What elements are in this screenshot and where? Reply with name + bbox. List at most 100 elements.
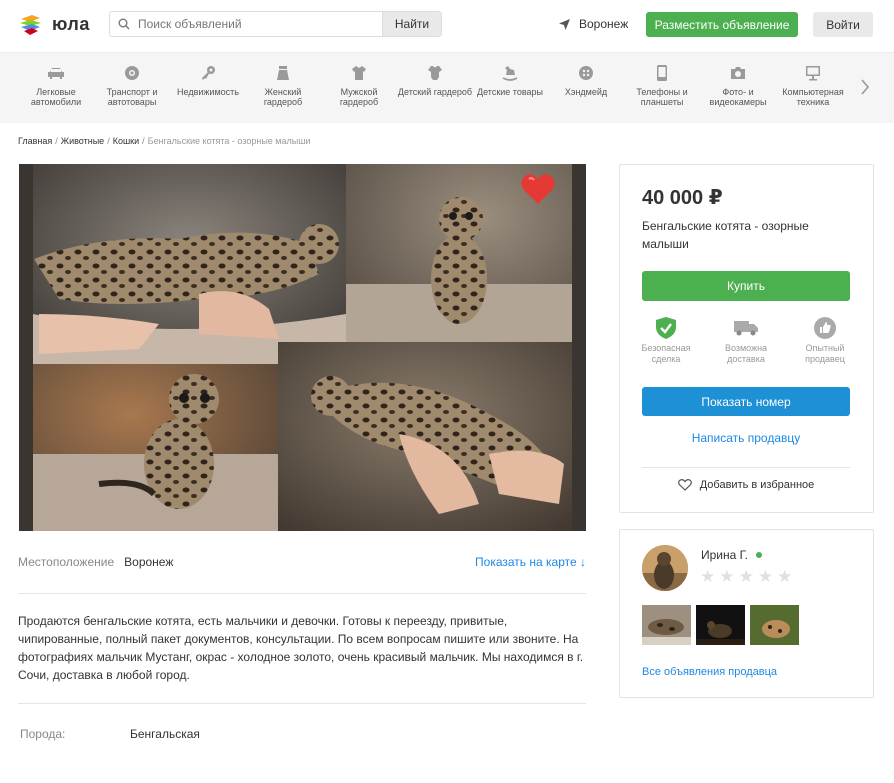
category-transport[interactable]: Транспорт и автотовары [94,65,170,107]
monitor-icon [806,66,820,81]
seller-ad-thumbnail[interactable] [696,605,745,645]
category-women[interactable]: Женский гардероб [245,65,321,107]
seller-name: Ирина Г. [701,548,749,562]
key-icon [202,66,215,80]
category-cameras[interactable]: Фото- и видеокамеры [700,65,776,107]
breadcrumb-animals[interactable]: Животные [61,136,104,146]
header: юла Найти Воронеж Разместить объявление … [0,0,894,52]
category-label: Фото- и видеокамеры [709,87,767,107]
location-label: Местоположение [18,555,115,569]
add-favorite-button[interactable]: Добавить в избранное [642,479,850,491]
location-arrow-icon [559,18,570,30]
category-kids-goods[interactable]: Детские товары [472,65,548,97]
location-row: Местоположение Воронеж Показать на карте … [18,555,586,569]
category-label: Детские товары [477,87,543,97]
car-icon [48,68,64,79]
category-kids-clothes[interactable]: Детский гардероб [397,65,473,97]
category-label: Транспорт и автотовары [106,87,158,107]
login-button[interactable]: Войти [813,12,873,37]
category-label: Телефоны и планшеты [636,87,688,107]
seller-ads-thumbnails [642,605,804,645]
truck-icon [734,321,758,336]
divider [18,593,586,594]
seller-card: Ирина Г. ★ ★ ★ ★ ★ Все объявления продав… [619,529,874,698]
breadcrumb-current: Бенгальские котята - озорные малыши [147,136,311,146]
feature-safe-deal: Безопасная сделка [631,315,701,365]
chevron-right-icon[interactable] [860,79,870,95]
add-favorite-label: Добавить в избранное [699,479,815,491]
category-label: Мужской гардероб [339,87,379,107]
category-label: Женский гардероб [263,87,303,107]
divider [642,467,850,468]
category-label: Хэндмейд [564,87,608,97]
skirt-icon [277,66,289,80]
seller-ad-thumbnail[interactable] [642,605,691,645]
button-icon [579,66,593,80]
bodysuit-icon [428,66,442,80]
category-label: Детский гардероб [397,87,473,97]
thumbs-up-icon [814,317,836,339]
feature-label: Безопасная сделка [641,343,691,364]
seller-rating: ★ ★ ★ ★ ★ [700,568,796,585]
shield-check-icon [656,317,676,339]
write-seller-link[interactable]: Написать продавцу [642,431,850,445]
show-phone-button[interactable]: Показать номер [642,387,850,416]
divider [18,703,586,704]
star-icon: ★ [738,567,754,586]
feature-delivery: Возможна доставка [711,315,781,365]
online-indicator [756,552,763,558]
breadcrumb-cats[interactable]: Кошки [113,136,139,146]
logo-text: юла [52,13,90,34]
breed-label: Порода: [20,727,66,741]
star-icon: ★ [700,567,716,586]
heart-outline-icon [677,479,692,491]
buy-button[interactable]: Купить [642,271,850,301]
search-button[interactable]: Найти [382,11,442,37]
star-icon: ★ [777,567,793,586]
wheel-icon [125,66,139,80]
avatar[interactable] [642,545,688,591]
show-on-map-link[interactable]: Показать на карте ↓ [475,555,586,569]
shirt-icon [352,66,366,80]
breed-value: Бенгальская [130,727,200,741]
category-label: Недвижимость [177,87,239,97]
kittens-collage [33,164,572,531]
search-field[interactable] [109,11,382,37]
category-phones[interactable]: Телефоны и планшеты [624,65,700,107]
camera-icon [731,67,745,79]
category-label: Компьютерная техника [782,87,844,107]
all-seller-ads-link[interactable]: Все объявления продавца [642,666,777,678]
star-icon: ★ [719,567,735,586]
feature-label: Опытный продавец [805,343,845,364]
price-card: 40 000 ₽ Бенгальские котята - озорные ма… [619,164,874,513]
category-computers[interactable]: Компьютерная техника [775,65,851,107]
phone-icon [657,65,667,81]
breed-row: Порода: Бенгальская [20,727,200,741]
city-selector[interactable]: Воронеж [558,17,628,31]
seller-ad-thumbnail[interactable] [750,605,799,645]
breadcrumb-home[interactable]: Главная [18,136,52,146]
listing-description: Продаются бенгальские котята, есть мальч… [18,614,584,682]
category-bar: Легковые автомобили Транспорт и автотова… [0,52,894,123]
search-bar: Найти [109,11,442,37]
price: 40 000 ₽ [642,187,723,209]
category-men[interactable]: Мужской гардероб [321,65,397,107]
post-ad-button[interactable]: Разместить объявление [646,12,798,37]
listing-photo[interactable] [19,164,586,531]
youla-logo-icon [20,15,41,35]
feature-label: Возможна доставка [724,343,768,364]
star-icon: ★ [757,567,773,586]
rocking-horse-icon [502,66,518,81]
search-icon [118,18,130,30]
location-value: Воронеж [124,555,174,569]
category-label: Легковые автомобили [30,87,82,107]
search-input[interactable] [138,17,368,31]
category-cars[interactable]: Легковые автомобили [18,65,94,107]
category-realty[interactable]: Недвижимость [170,65,246,97]
logo[interactable]: юла [18,11,90,37]
seller-name-row[interactable]: Ирина Г. [701,548,763,562]
favorite-heart-icon[interactable] [520,172,556,206]
breadcrumb: Главная / Животные / Кошки / Бенгальские котят… [18,136,311,146]
feature-experienced: Опытный продавец [790,315,860,365]
category-handmade[interactable]: Хэндмейд [548,65,624,97]
